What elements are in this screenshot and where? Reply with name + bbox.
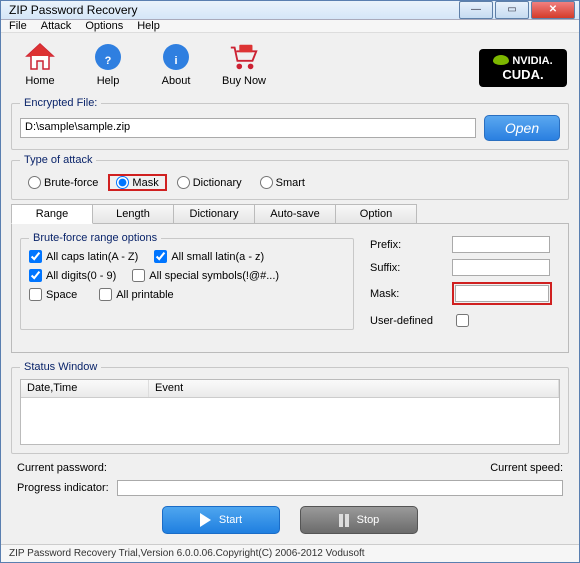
window-buttons: — ▭ ✕ [459, 1, 579, 19]
mask-input[interactable] [455, 285, 549, 302]
checkbox-all-digits[interactable]: All digits(0 - 9) [29, 269, 116, 282]
footer: ZIP Password Recovery Trial,Version 6.0.… [1, 544, 579, 562]
status-window-legend: Status Window [20, 361, 101, 373]
col-event[interactable]: Event [149, 380, 559, 397]
brute-range-legend: Brute-force range options [29, 232, 161, 244]
menu-attack[interactable]: Attack [41, 20, 72, 32]
current-password-label: Current password: [17, 462, 490, 474]
checkbox-all-special[interactable]: All special symbols(!@#...) [132, 269, 279, 282]
play-icon [200, 513, 211, 527]
tab-autosave[interactable]: Auto-save [254, 204, 336, 224]
radio-dictionary-label: Dictionary [193, 177, 242, 189]
tab-range[interactable]: Range [11, 204, 93, 224]
menu-file[interactable]: File [9, 20, 27, 32]
brute-range-group: Brute-force range options All caps latin… [20, 232, 354, 330]
encrypted-file-group: Encrypted File: D:\sample\sample.zip Ope… [11, 97, 569, 150]
checkbox-space[interactable]: Space [29, 288, 77, 301]
checkbox-all-digits-label: All digits(0 - 9) [46, 270, 116, 282]
checkbox-all-printable[interactable]: All printable [99, 288, 173, 301]
open-button[interactable]: Open [484, 115, 560, 141]
svg-text:i: i [174, 55, 177, 67]
radio-brute-force[interactable]: Brute-force [20, 174, 106, 191]
progress-bar [117, 480, 563, 496]
home-label: Home [25, 75, 54, 87]
mask-inputs: Prefix: Suffix: Mask: User-defined [370, 232, 560, 330]
userdef-checkbox[interactable] [456, 314, 469, 327]
bottom-panel: Current password: Current speed: Progres… [11, 458, 569, 540]
checkbox-all-small-label: All small latin(a - z) [171, 251, 264, 263]
cuda-text: CUDA. [502, 67, 543, 82]
menubar: File Attack Options Help [1, 20, 579, 33]
attack-type-group: Type of attack Brute-force Mask Dictiona… [11, 154, 569, 200]
mask-label: Mask: [370, 288, 446, 300]
attack-type-legend: Type of attack [20, 154, 96, 166]
nvidia-text: NVIDIA. [512, 55, 552, 67]
home-icon [24, 41, 56, 73]
help-button[interactable]: ? Help [85, 41, 131, 87]
encrypted-file-legend: Encrypted File: [20, 97, 101, 109]
home-button[interactable]: Home [17, 41, 63, 87]
help-icon: ? [92, 41, 124, 73]
help-label: Help [97, 75, 120, 87]
about-button[interactable]: i About [153, 41, 199, 87]
status-table: Date,Time Event [20, 379, 560, 445]
start-button[interactable]: Start [162, 506, 280, 534]
stop-button[interactable]: Stop [300, 506, 418, 534]
toolbar: Home ? Help i About Buy Now [11, 39, 569, 93]
menu-options[interactable]: Options [85, 20, 123, 32]
nvidia-logo-icon [493, 55, 509, 65]
titlebar: ZIP Password Recovery — ▭ ✕ [1, 1, 579, 20]
suffix-input[interactable] [452, 259, 550, 276]
checkbox-space-label: Space [46, 289, 77, 301]
cart-icon [228, 41, 260, 73]
content: Home ? Help i About Buy Now [1, 33, 579, 544]
tab-option[interactable]: Option [335, 204, 417, 224]
tab-length[interactable]: Length [92, 204, 174, 224]
stop-label: Stop [357, 514, 380, 526]
radio-smart[interactable]: Smart [252, 174, 313, 191]
current-speed-label: Current speed: [490, 462, 563, 474]
menu-help[interactable]: Help [137, 20, 160, 32]
start-label: Start [219, 514, 242, 526]
about-label: About [162, 75, 191, 87]
radio-smart-label: Smart [276, 177, 305, 189]
encrypted-file-path[interactable]: D:\sample\sample.zip [20, 118, 476, 138]
pause-icon [339, 514, 349, 527]
close-button[interactable]: ✕ [531, 1, 575, 19]
prefix-input[interactable] [452, 236, 550, 253]
settings-tabs: Range Length Dictionary Auto-save Option… [11, 204, 569, 353]
buy-now-label: Buy Now [222, 75, 266, 87]
nvidia-cuda-badge: NVIDIA. CUDA. [479, 49, 567, 87]
window-title: ZIP Password Recovery [9, 3, 459, 17]
minimize-button[interactable]: — [459, 1, 493, 19]
checkbox-all-special-label: All special symbols(!@#...) [149, 270, 279, 282]
status-window: Status Window Date,Time Event [11, 361, 569, 454]
checkbox-all-small[interactable]: All small latin(a - z) [154, 250, 264, 263]
buy-now-button[interactable]: Buy Now [221, 41, 267, 87]
progress-label: Progress indicator: [17, 482, 109, 494]
svg-text:?: ? [105, 55, 112, 67]
checkbox-all-caps-label: All caps latin(A - Z) [46, 251, 138, 263]
info-icon: i [160, 41, 192, 73]
radio-mask[interactable]: Mask [108, 174, 166, 191]
checkbox-all-caps[interactable]: All caps latin(A - Z) [29, 250, 138, 263]
tab-dictionary[interactable]: Dictionary [173, 204, 255, 224]
suffix-label: Suffix: [370, 262, 446, 274]
radio-brute-force-label: Brute-force [44, 177, 98, 189]
window: ZIP Password Recovery — ▭ ✕ File Attack … [0, 0, 580, 563]
radio-mask-label: Mask [132, 177, 158, 189]
prefix-label: Prefix: [370, 239, 446, 251]
col-date-time[interactable]: Date,Time [21, 380, 149, 397]
tab-pane-range: Brute-force range options All caps latin… [11, 223, 569, 353]
radio-dictionary[interactable]: Dictionary [169, 174, 250, 191]
userdef-label: User-defined [370, 315, 446, 327]
maximize-button[interactable]: ▭ [495, 1, 529, 19]
checkbox-all-printable-label: All printable [116, 289, 173, 301]
